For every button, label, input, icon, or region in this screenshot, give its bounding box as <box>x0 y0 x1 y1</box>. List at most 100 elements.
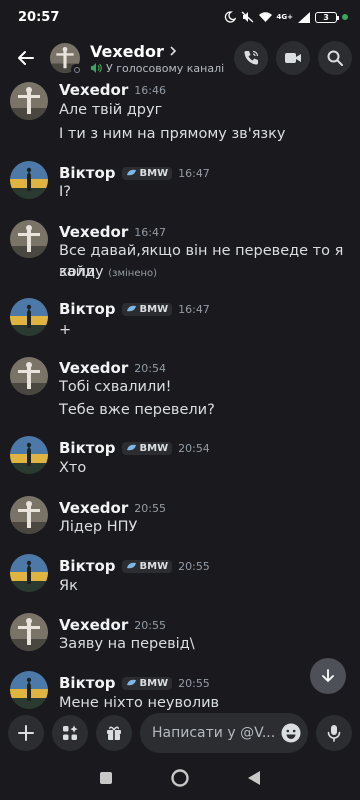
mute-icon <box>241 11 254 23</box>
message-text: Тобі схвалили! <box>59 379 172 395</box>
offline-status-icon <box>71 64 82 75</box>
message-time: 20:55 <box>178 676 210 690</box>
message-author[interactable]: Vexedor <box>59 82 128 99</box>
message-author[interactable]: Віктор <box>59 557 116 575</box>
phone-icon <box>244 50 259 65</box>
avatar[interactable] <box>10 496 48 534</box>
emoji-icon[interactable] <box>280 722 302 744</box>
server-tag[interactable]: BMW <box>121 559 173 573</box>
server-tag[interactable]: BMW <box>121 166 173 180</box>
video-camera-icon <box>285 53 301 63</box>
signal-icon <box>298 11 310 23</box>
message-text: Лідер НПУ <box>59 519 138 535</box>
message-time: 16:47 <box>178 302 210 316</box>
tag-icon <box>126 444 136 451</box>
avatar[interactable] <box>10 220 48 258</box>
network-type: 4G+ <box>276 12 293 21</box>
voice-call-button[interactable] <box>234 41 268 75</box>
recents-icon[interactable] <box>99 771 113 785</box>
message-author[interactable]: Віктор <box>59 674 116 692</box>
header-name: Vexedor <box>90 41 164 61</box>
header-subtitle: У голосовому каналі <box>106 61 225 75</box>
avatar-statue-sunset <box>10 298 48 336</box>
message-author[interactable]: Vexedor <box>59 499 128 517</box>
message-input-box[interactable] <box>140 713 308 753</box>
header-info[interactable]: Vexedor У голосовому каналі <box>90 42 224 75</box>
avatar[interactable] <box>10 298 48 336</box>
message-text: + <box>59 322 72 338</box>
arrow-left-icon <box>18 51 34 65</box>
battery-icon: 3 <box>315 11 339 23</box>
moon-icon <box>224 11 236 23</box>
network-label: 4G+ <box>276 12 293 21</box>
server-tag[interactable]: BMW <box>121 441 173 455</box>
avatar-statue-sunset <box>10 554 48 592</box>
avatar[interactable] <box>10 357 48 395</box>
message-time: 20:55 <box>178 559 210 573</box>
avatar-christ-statue <box>10 82 48 120</box>
back-nav-icon[interactable] <box>247 770 261 786</box>
avatar[interactable] <box>10 82 48 120</box>
status-bar: 20:57 4G+ 3 <box>0 0 360 34</box>
avatar[interactable] <box>10 436 48 474</box>
message-text: зайду <box>59 264 104 280</box>
gift-button[interactable] <box>96 715 132 751</box>
microphone-icon <box>327 725 341 742</box>
message-text: Хто <box>59 460 87 476</box>
avatar-christ-statue <box>10 613 48 651</box>
plus-icon <box>18 725 34 741</box>
avatar[interactable] <box>10 554 48 592</box>
message-text: Тебе вже перевели? <box>59 402 215 418</box>
message-text: Заяву на перевід\ <box>59 636 195 652</box>
chat-header: Vexedor У голосовому каналі <box>0 34 360 82</box>
avatar-statue-sunset <box>10 436 48 474</box>
avatar-statue-sunset <box>10 161 48 199</box>
search-icon <box>327 50 343 66</box>
avatar[interactable] <box>10 613 48 651</box>
avatar[interactable] <box>10 671 48 709</box>
server-tag[interactable]: BMW <box>121 676 173 690</box>
server-tag[interactable]: BMW <box>121 302 173 316</box>
message-time: 16:46 <box>134 83 166 97</box>
message-time: 20:54 <box>134 361 166 375</box>
voice-message-button[interactable] <box>316 715 352 751</box>
header-avatar[interactable] <box>50 43 82 75</box>
back-button[interactable] <box>10 42 42 74</box>
message-time: 16:47 <box>134 225 166 239</box>
message-author[interactable]: Vexedor <box>59 616 128 634</box>
message-author[interactable]: Віктор <box>59 164 116 182</box>
home-icon[interactable] <box>170 768 190 788</box>
apps-button[interactable] <box>52 715 88 751</box>
avatar-statue-sunset <box>10 671 48 709</box>
message-time: 20:55 <box>134 618 166 632</box>
message-text: І ти з ним на прямому зв'язку <box>59 126 286 142</box>
tag-icon <box>126 305 136 312</box>
server-tag-label: BMW <box>139 167 169 179</box>
video-call-button[interactable] <box>276 41 310 75</box>
message-time: 20:54 <box>178 441 210 455</box>
message-author[interactable]: Віктор <box>59 439 116 457</box>
status-icons: 4G+ 3 <box>224 11 348 23</box>
tag-icon <box>126 562 136 569</box>
message-input[interactable] <box>152 725 280 741</box>
message-author[interactable]: Vexedor <box>59 359 128 377</box>
message-text: Але твій друг <box>59 102 163 118</box>
search-button[interactable] <box>318 41 352 75</box>
message-text: Мене ніхто неуволив <box>59 695 220 710</box>
message-author[interactable]: Віктор <box>59 300 116 318</box>
avatar-christ-statue <box>10 496 48 534</box>
gift-icon <box>107 726 121 740</box>
battery-level: 3 <box>323 12 329 22</box>
system-nav-bar <box>0 756 360 800</box>
status-time: 20:57 <box>18 9 60 25</box>
tag-icon <box>126 169 136 176</box>
message-author[interactable]: Vexedor <box>59 223 128 241</box>
avatar[interactable] <box>10 161 48 199</box>
jump-to-bottom-button[interactable] <box>310 658 346 694</box>
server-tag-label: BMW <box>139 560 169 572</box>
message-text: Як <box>59 578 78 594</box>
tag-icon <box>126 679 136 686</box>
message-list[interactable]: Vexedor 16:46 Але твій друг І ти з ним н… <box>0 82 360 710</box>
add-attachment-button[interactable] <box>8 715 44 751</box>
wifi-icon <box>258 11 272 23</box>
